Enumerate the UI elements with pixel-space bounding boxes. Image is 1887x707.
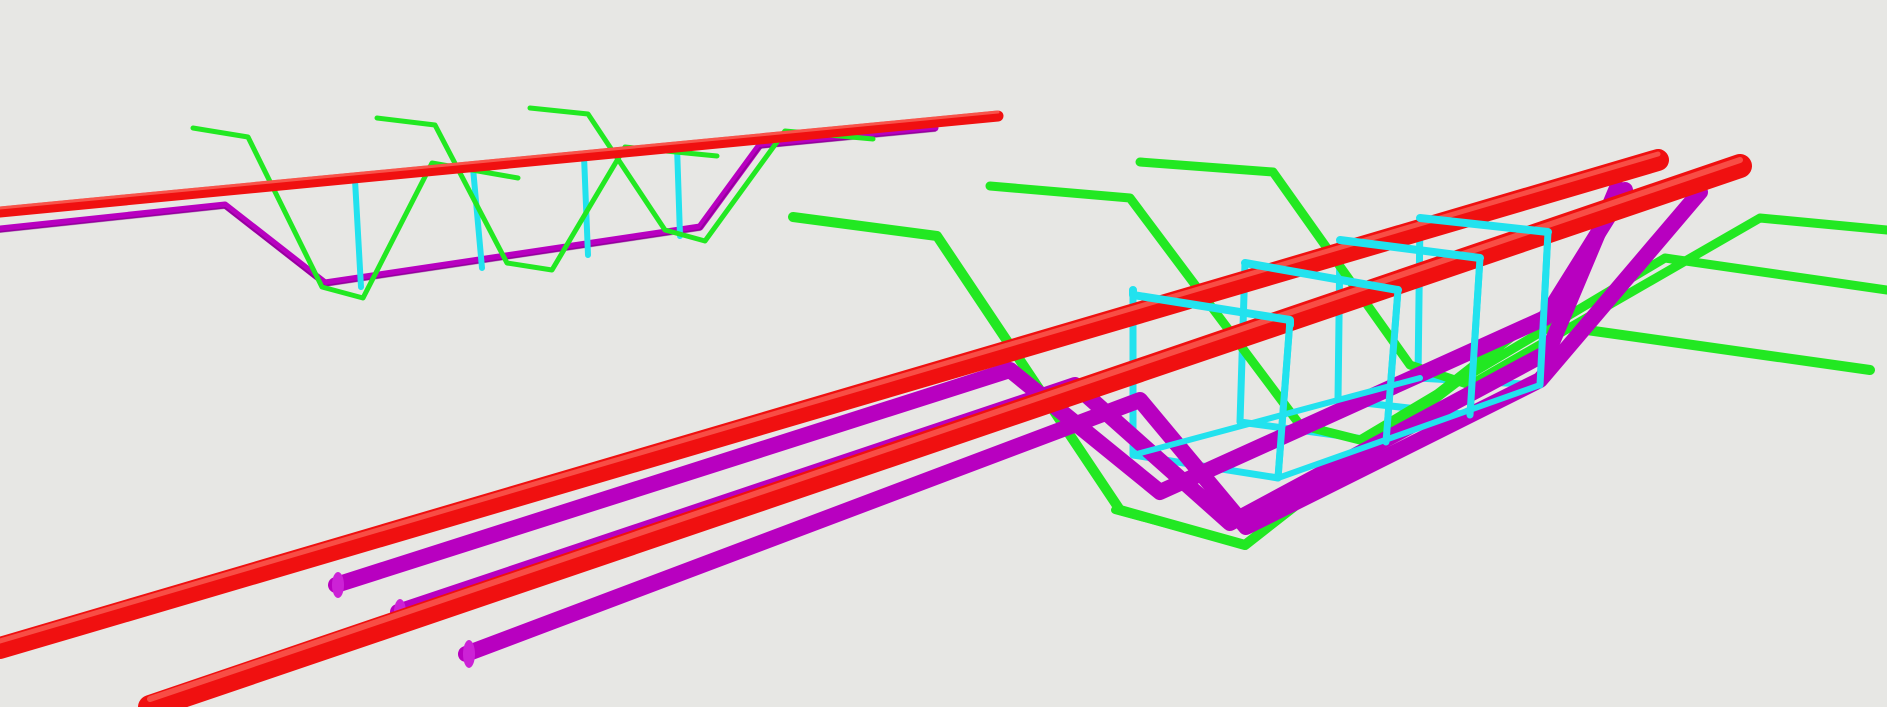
magenta-pipe-cap [332,572,344,598]
rebar-scene[interactable] [0,0,1887,707]
far-red-pipe-highlight [0,110,1000,210]
far-magenta-pipe [0,124,939,287]
far-red-pipe [0,110,1004,218]
far-assembly [0,105,1004,301]
red-pipe [0,149,1669,659]
far-magenta-rail [0,124,939,287]
far-cyan-post [674,143,683,239]
magenta-pipe [458,184,1708,662]
near-assembly [0,149,1887,707]
far-cyan-post [470,165,485,271]
3d-viewport[interactable] [0,0,1887,707]
far-red-pipe-body [0,110,1004,218]
far-cyan-post [352,177,364,290]
magenta-pipe-cap [463,640,475,668]
